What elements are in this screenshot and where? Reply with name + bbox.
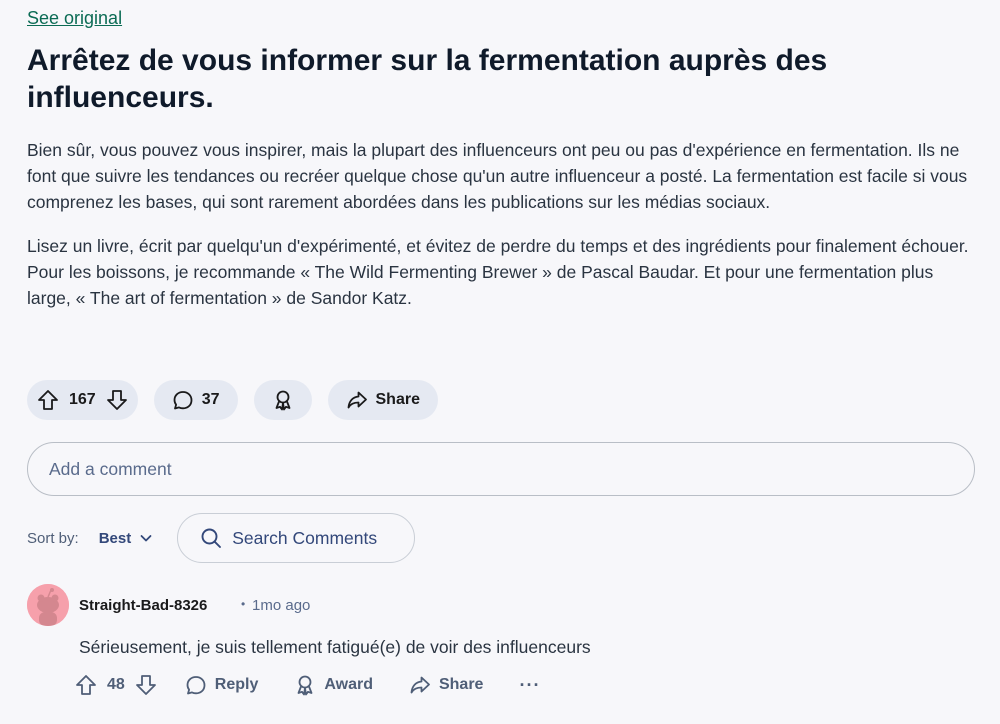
search-comments-input[interactable]: Search Comments — [177, 513, 416, 563]
reply-label: Reply — [214, 676, 259, 693]
comment-vote: 48 — [75, 674, 157, 696]
comment-text: Sérieusement, je suis tellement fatigué(… — [79, 637, 591, 657]
share-label: Share — [375, 391, 420, 408]
vote-count: 167 — [69, 391, 96, 408]
sort-row: Sort by: Best Search Comments — [27, 512, 416, 564]
add-comment-placeholder: Add a comment — [49, 458, 172, 479]
more-icon: ··· — [519, 674, 541, 695]
post-title: Arrêtez de vous informer sur la fermenta… — [27, 44, 828, 114]
comment-icon — [185, 674, 207, 696]
post-actions: 167 37 Share — [27, 380, 438, 420]
more-options-button[interactable]: ··· — [519, 675, 540, 696]
post-paragraph: Bien sûr, vous pouvez vous inspirer, mai… — [27, 140, 968, 212]
comments-button[interactable]: 37 — [153, 380, 238, 420]
upvote-icon[interactable] — [75, 674, 97, 696]
share-button[interactable]: Share — [327, 380, 438, 420]
post-paragraph: Lisez un livre, écrit par quelqu'un d'ex… — [27, 236, 969, 308]
search-icon — [200, 527, 222, 549]
upvote-icon[interactable] — [37, 389, 59, 411]
add-comment-input[interactable]: Add a comment — [27, 442, 975, 496]
post-body: Bien sûr, vous pouvez vous inspirer, mai… — [27, 137, 977, 329]
award-icon — [294, 674, 316, 696]
comment-actions: 48 Reply Award Share ··· — [75, 674, 540, 696]
downvote-icon[interactable] — [106, 389, 128, 411]
downvote-icon[interactable] — [135, 674, 157, 696]
snoo-avatar-icon — [27, 584, 69, 626]
comment-count: 37 — [201, 391, 220, 408]
sort-value: Best — [98, 529, 132, 547]
chevron-down-icon — [139, 531, 153, 545]
share-icon — [409, 674, 431, 696]
award-button[interactable] — [253, 380, 312, 420]
search-placeholder: Search Comments — [232, 527, 378, 548]
award-label: Award — [324, 676, 373, 693]
see-original-link[interactable]: See original — [27, 8, 122, 29]
award-icon — [272, 389, 294, 411]
sort-label: Sort by: — [27, 529, 79, 547]
sort-dropdown[interactable]: Best — [99, 530, 154, 547]
comment-author[interactable]: Straight-Bad-8326 — [79, 597, 207, 614]
award-button[interactable]: Award — [294, 674, 373, 696]
comment-vote-count: 48 — [107, 676, 125, 693]
comment-timestamp: 1mo ago — [252, 597, 311, 614]
share-icon — [346, 389, 368, 411]
comment-icon — [172, 389, 194, 411]
separator-dot: • — [241, 597, 246, 611]
share-label: Share — [438, 676, 484, 693]
vote-pill: 167 — [27, 380, 138, 420]
reply-button[interactable]: Reply — [185, 674, 259, 696]
avatar[interactable] — [27, 584, 69, 626]
share-button[interactable]: Share — [409, 674, 483, 696]
